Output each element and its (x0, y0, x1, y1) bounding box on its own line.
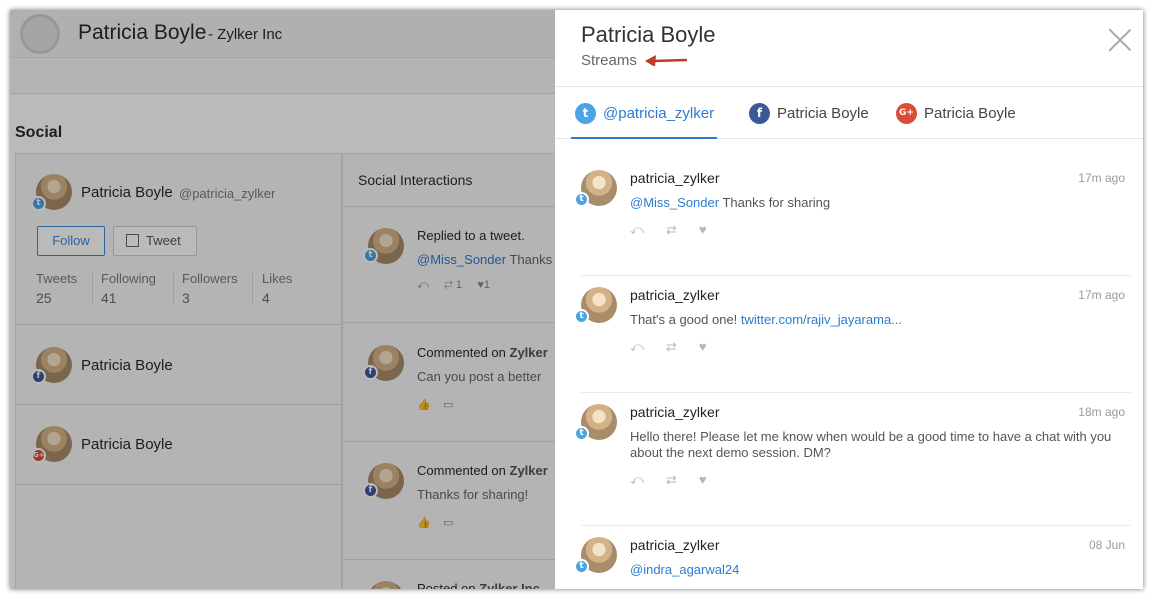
divider (581, 275, 1131, 276)
like-icon[interactable]: ♥ (699, 222, 707, 238)
reply-icon[interactable]: ⤺ (630, 222, 644, 238)
post-body: Thanks for sharing (719, 195, 831, 210)
retweet-icon[interactable]: ⇄ (666, 472, 677, 488)
post-username[interactable]: patricia_zylker (630, 287, 719, 303)
post-actions: ⤺ ⇄ ♥ (630, 222, 707, 238)
stream-post: t patricia_zylker 17m ago @Miss_Sonder T… (555, 170, 1143, 270)
retweet-icon[interactable]: ⇄ (666, 339, 677, 355)
post-text: That's a good one! twitter.com/rajiv_jay… (630, 312, 1130, 328)
reply-icon[interactable]: ⤺ (630, 339, 644, 355)
tab-twitter[interactable]: t @patricia_zylker (575, 87, 714, 139)
tab-label: Patricia Boyle (777, 104, 869, 122)
active-tab-indicator (571, 137, 717, 139)
mention-link[interactable]: @Miss_Sonder (630, 195, 719, 210)
stream-post: t patricia_zylker 08 Jun @indra_agarwal2… (555, 537, 1143, 589)
stream-post: t patricia_zylker 17m ago That's a good … (555, 287, 1143, 387)
post-username[interactable]: patricia_zylker (630, 170, 719, 186)
stream-post: t patricia_zylker 18m ago Hello there! P… (555, 404, 1143, 514)
twitter-icon: t (574, 192, 589, 207)
post-text: Hello there! Please let me know when wou… (630, 429, 1112, 460)
tab-label: Patricia Boyle (924, 104, 1016, 122)
post-timestamp: 08 Jun (1088, 538, 1125, 552)
post-actions: ⤺ ⇄ ♥ (630, 339, 707, 355)
post-username[interactable]: patricia_zylker (630, 404, 719, 420)
like-icon[interactable]: ♥ (699, 339, 707, 355)
post-timestamp: 18m ago (1078, 405, 1125, 419)
post-text: @indra_agarwal24 (630, 562, 1130, 578)
like-icon[interactable]: ♥ (699, 472, 707, 488)
stream-feed: t patricia_zylker 17m ago @Miss_Sonder T… (555, 140, 1143, 589)
tab-google-plus[interactable]: G+ Patricia Boyle (896, 87, 1016, 139)
contact-page-background: Patricia Boyle - Zylker Inc Social t Pat… (10, 10, 555, 589)
twitter-icon: t (574, 559, 589, 574)
divider (581, 525, 1131, 526)
streams-panel: Patricia Boyle Streams t @patricia_zylke… (555, 10, 1143, 589)
annotation-arrow-icon (645, 55, 688, 66)
reply-icon[interactable]: ⤺ (630, 472, 644, 488)
post-body: That's a good one! (630, 312, 741, 327)
post-timestamp: 17m ago (1078, 171, 1125, 185)
modal-overlay[interactable] (10, 10, 555, 589)
panel-title: Patricia Boyle (581, 22, 716, 47)
facebook-icon: f (749, 102, 770, 124)
mention-link[interactable]: @indra_agarwal24 (630, 562, 739, 577)
post-link[interactable]: twitter.com/rajiv_jayarama... (741, 312, 902, 327)
google-plus-icon: G+ (896, 102, 917, 124)
post-actions: ⤺ ⇄ ♥ (630, 472, 707, 488)
twitter-icon: t (574, 309, 589, 324)
tab-facebook[interactable]: f Patricia Boyle (749, 87, 869, 139)
stream-tabs: t @patricia_zylker f Patricia Boyle G+ P… (555, 87, 1143, 139)
app-window: Patricia Boyle - Zylker Inc Social t Pat… (10, 10, 1143, 589)
tab-label: @patricia_zylker (603, 104, 715, 122)
post-username[interactable]: patricia_zylker (630, 537, 719, 553)
retweet-icon[interactable]: ⇄ (666, 222, 677, 238)
divider (581, 392, 1131, 393)
panel-subtitle: Streams (581, 52, 637, 69)
post-timestamp: 17m ago (1078, 288, 1125, 302)
twitter-icon: t (574, 426, 589, 441)
post-text: @Miss_Sonder Thanks for sharing (630, 195, 1130, 211)
twitter-icon: t (575, 102, 596, 124)
close-icon[interactable] (1108, 28, 1132, 52)
